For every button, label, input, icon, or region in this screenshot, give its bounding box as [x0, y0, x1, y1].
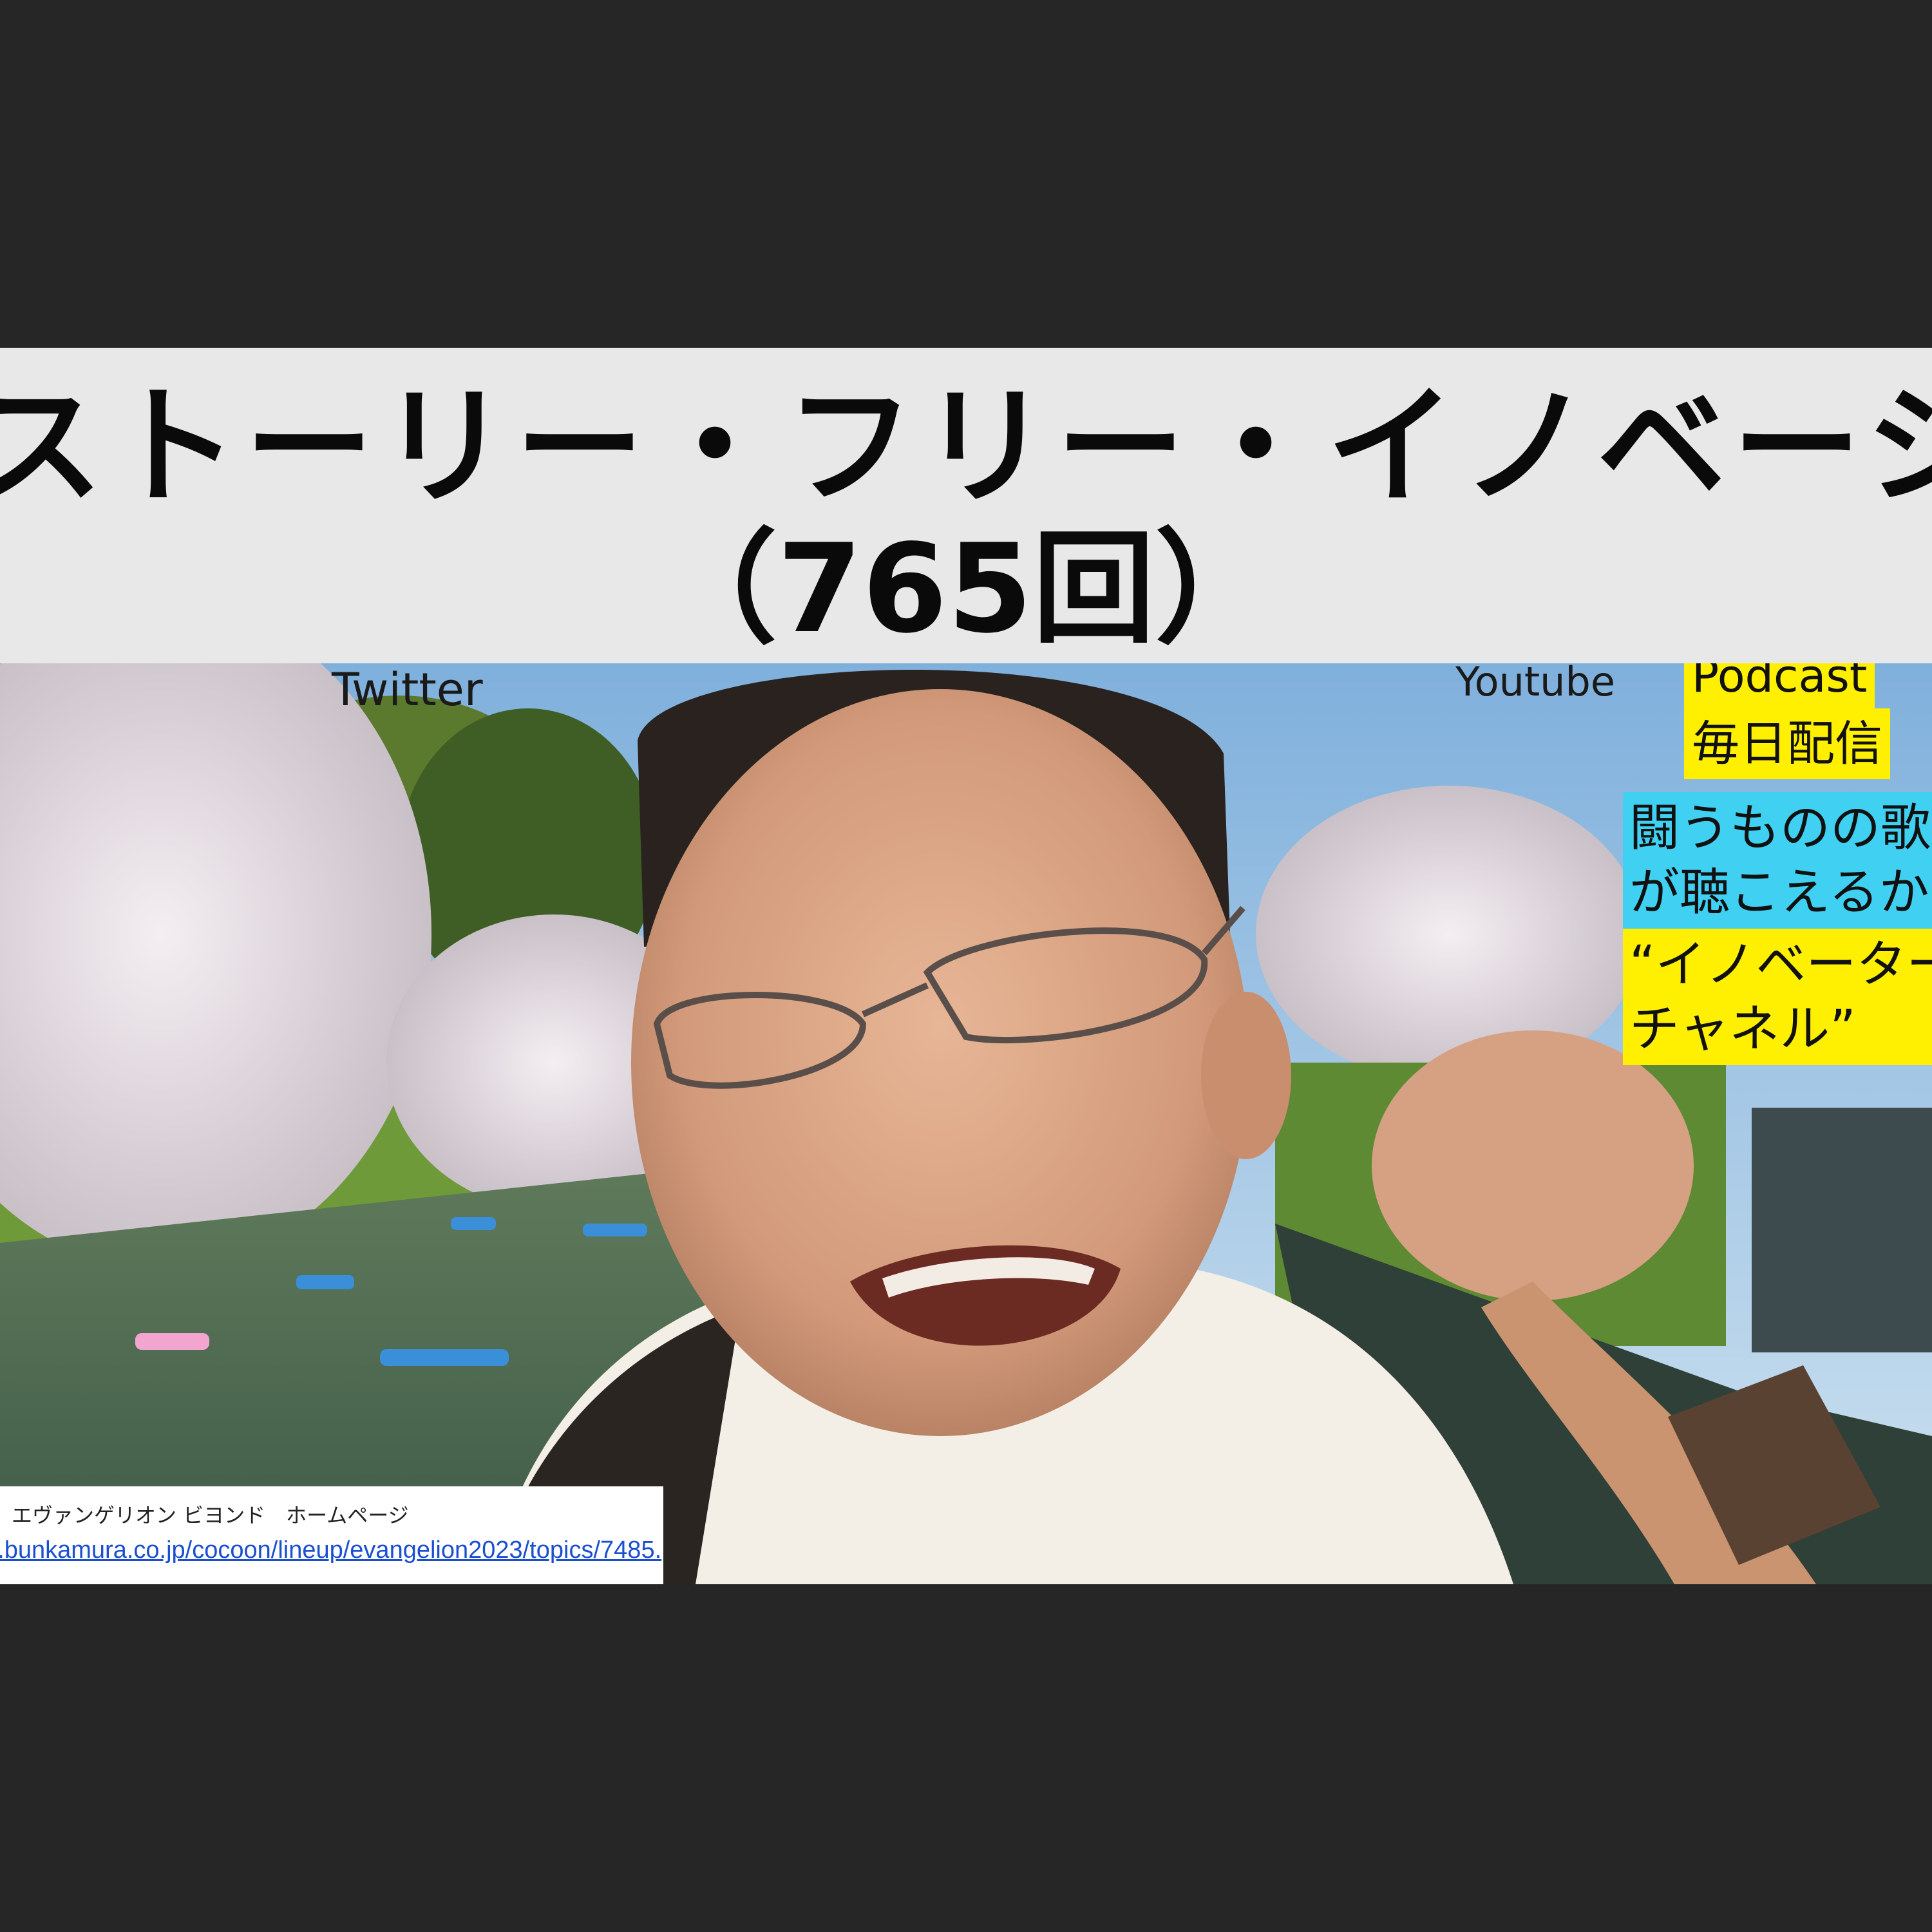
boat-blue-1	[380, 1349, 509, 1366]
caption-link[interactable]: v.bunkamura.co.jp/cocoon/lineup/evangeli…	[0, 1537, 661, 1564]
boat-pink	[135, 1333, 209, 1350]
boat-blue-3	[451, 1217, 496, 1230]
channel-line-1: “イノベーター	[1629, 936, 1932, 994]
channel-line-2: チャネル”	[1629, 1000, 1856, 1058]
caption-box: エヴァンゲリオン ビヨンド ホームページ v.bunkamura.co.jp/c…	[0, 1486, 663, 1584]
song-line-2: が聴こえるか	[1629, 864, 1929, 922]
video-frame: Twitter Youtube Podcast 毎日配信 闘うものの歌 が聴こえ…	[0, 663, 1932, 1584]
page: ストーリー・フリー・イノベーション （765回）	[0, 0, 1932, 1932]
person-fist	[1372, 1030, 1694, 1301]
channel-overlay: “イノベーター チャネル”	[1623, 929, 1932, 1065]
title-line-2: （765回）	[654, 518, 1278, 660]
song-line-1: 闘うものの歌	[1629, 799, 1931, 857]
cherry-blossom-right	[1256, 786, 1642, 1082]
stone-wall	[1752, 1108, 1932, 1352]
boat-blue-2	[296, 1275, 354, 1289]
twitter-label: Twitter	[332, 663, 483, 716]
youtube-label: Youtube	[1455, 663, 1615, 705]
caption-title: エヴァンゲリオン ビヨンド ホームページ	[12, 1503, 409, 1528]
daily-broadcast-label: 毎日配信	[1684, 708, 1890, 779]
boat-blue-4	[583, 1224, 647, 1236]
podcast-label: Podcast	[1684, 663, 1875, 708]
title-banner: ストーリー・フリー・イノベーション （765回）	[0, 348, 1932, 663]
person-ear	[1201, 992, 1291, 1159]
song-overlay: 闘うものの歌 が聴こえるか	[1623, 792, 1932, 929]
title-line-1: ストーリー・フリー・イノベーション	[0, 372, 1932, 522]
